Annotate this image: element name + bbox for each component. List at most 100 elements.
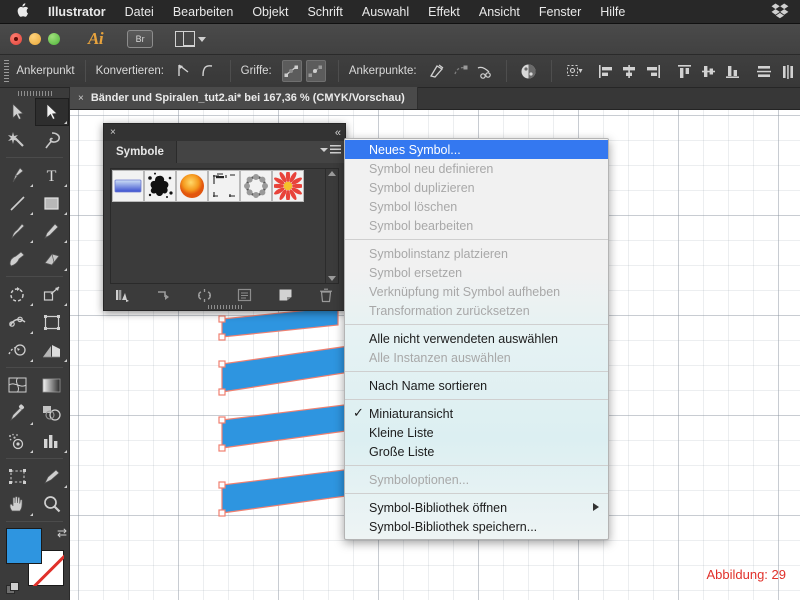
menu-item-bibliothek-speichern[interactable]: Symbol-Bibliothek speichern... (345, 517, 608, 536)
tool-width[interactable] (0, 308, 35, 336)
panel-menu-icon[interactable] (320, 145, 341, 154)
close-window-button[interactable] (10, 33, 22, 45)
tool-free-transform[interactable] (35, 308, 70, 336)
tool-direct-selection[interactable] (34, 98, 69, 126)
tool-shape-builder[interactable] (0, 336, 35, 364)
align-right-icon[interactable] (643, 60, 663, 82)
menu-item-miniaturansicht[interactable]: ✓ Miniaturansicht (345, 404, 608, 423)
minimize-window-button[interactable] (29, 33, 41, 45)
fill-swatch[interactable] (6, 528, 42, 564)
tab-symbole[interactable]: Symbole (104, 141, 177, 163)
tool-eraser[interactable] (35, 245, 70, 273)
collapse-panel-icon[interactable]: « (335, 127, 341, 139)
close-icon[interactable]: × (78, 93, 84, 104)
transform-icon[interactable] (564, 60, 584, 82)
menu-fenster[interactable]: Fenster (539, 5, 581, 19)
tool-pen[interactable] (0, 161, 35, 189)
symbol-libraries-menu-icon[interactable] (114, 287, 132, 303)
tool-paintbrush[interactable] (0, 217, 35, 245)
symbol-red-daisy[interactable] (272, 170, 304, 202)
symbols-scrollbar[interactable] (325, 169, 338, 283)
tool-mesh[interactable] (0, 371, 35, 399)
menu-hilfe[interactable]: Hilfe (600, 5, 625, 19)
tool-zoom-magnifier[interactable] (35, 490, 70, 518)
place-symbol-instance-icon[interactable] (155, 287, 173, 303)
zoom-window-button[interactable] (48, 33, 60, 45)
isolate-object-icon[interactable] (519, 60, 539, 82)
delete-symbol-icon[interactable] (317, 287, 335, 303)
align-left-icon[interactable] (596, 60, 616, 82)
connect-anchor-icon[interactable] (450, 60, 470, 82)
menu-item-grosse-liste[interactable]: Große Liste (345, 442, 608, 461)
menu-illustrator[interactable]: Illustrator (48, 5, 106, 19)
tool-line-segment[interactable] (0, 189, 35, 217)
symbols-panel[interactable]: × « Symbole (103, 123, 346, 311)
tool-artboard[interactable] (0, 462, 35, 490)
align-bottom-icon[interactable] (723, 60, 743, 82)
tool-lasso[interactable] (35, 126, 70, 154)
document-tab[interactable]: × Bänder und Spiralen_tut2.ai* bei 167,3… (70, 87, 418, 109)
new-symbol-icon[interactable] (276, 287, 294, 303)
symbol-grey-flower-ring[interactable] (240, 170, 272, 202)
menu-datei[interactable]: Datei (125, 5, 154, 19)
scroll-down-arrow-icon[interactable] (328, 276, 336, 281)
symbol-ink-splatter[interactable] (144, 170, 176, 202)
align-center-vertical-icon[interactable] (699, 60, 719, 82)
tool-type[interactable]: T (35, 161, 70, 189)
menu-schrift[interactable]: Schrift (307, 5, 342, 19)
tool-blend[interactable] (35, 399, 70, 427)
tool-gradient[interactable] (35, 371, 70, 399)
show-handles-icon[interactable] (281, 60, 302, 82)
symbols-list[interactable] (110, 168, 339, 284)
tool-magic-wand[interactable] (0, 126, 35, 154)
menu-item-neues-symbol[interactable]: Neues Symbol... (345, 140, 608, 159)
remove-anchor-icon[interactable] (427, 60, 447, 82)
tool-rectangle[interactable] (35, 189, 70, 217)
symbol-crop-marks[interactable] (208, 170, 240, 202)
tool-column-graph[interactable] (35, 427, 70, 455)
menu-item-alle-nicht-verwendeten[interactable]: Alle nicht verwendeten auswählen (345, 329, 608, 348)
dropbox-icon[interactable] (771, 3, 789, 21)
menu-effekt[interactable]: Effekt (428, 5, 460, 19)
cut-path-icon[interactable] (474, 60, 494, 82)
break-link-to-symbol-icon[interactable] (195, 287, 213, 303)
tools-panel-grip[interactable] (17, 91, 52, 96)
menu-item-bibliothek-oeffnen[interactable]: Symbol-Bibliothek öffnen (345, 498, 608, 517)
tool-hand[interactable] (0, 490, 35, 518)
tool-pencil[interactable] (35, 217, 70, 245)
convert-to-smooth-icon[interactable] (198, 60, 218, 82)
menu-auswahl[interactable]: Auswahl (362, 5, 409, 19)
menu-ansicht[interactable]: Ansicht (479, 5, 520, 19)
menu-objekt[interactable]: Objekt (252, 5, 288, 19)
tool-scale[interactable] (35, 280, 70, 308)
control-bar-grip[interactable] (4, 60, 10, 82)
distribute-vertical-icon[interactable] (755, 60, 775, 82)
menu-bearbeiten[interactable]: Bearbeiten (173, 5, 233, 19)
swap-fill-stroke-icon[interactable]: ⇄ (57, 526, 67, 540)
align-top-icon[interactable] (675, 60, 695, 82)
align-center-horizontal-icon[interactable] (619, 60, 639, 82)
symbol-orange-sphere[interactable] (176, 170, 208, 202)
tool-rotate[interactable] (0, 280, 35, 308)
symbols-panel-context-menu[interactable]: Neues Symbol... Symbol neu definieren Sy… (344, 138, 609, 540)
distribute-horizontal-icon[interactable] (778, 60, 798, 82)
arrange-documents-button[interactable] (175, 31, 207, 47)
tool-slice[interactable] (35, 462, 70, 490)
go-to-bridge-button[interactable]: Br (127, 30, 154, 48)
tool-symbol-sprayer[interactable] (0, 427, 35, 455)
menu-item-nach-name-sortieren[interactable]: Nach Name sortieren (345, 376, 608, 395)
symbols-panel-resize-grip[interactable] (104, 305, 345, 311)
symbol-options-icon[interactable] (236, 287, 254, 303)
tool-perspective-grid[interactable] (35, 336, 70, 364)
menu-item-kleine-liste[interactable]: Kleine Liste (345, 423, 608, 442)
hide-handles-icon[interactable] (305, 60, 326, 82)
apple-menu-icon[interactable] (14, 2, 30, 21)
symbol-blue-gradient-rectangle[interactable] (112, 170, 144, 202)
default-fill-stroke-icon[interactable] (6, 582, 20, 596)
close-icon[interactable]: × (110, 127, 116, 138)
tool-blob-brush[interactable] (0, 245, 35, 273)
tool-selection[interactable] (0, 98, 35, 126)
convert-to-corner-icon[interactable] (174, 60, 194, 82)
tool-eyedropper[interactable] (0, 399, 35, 427)
scroll-up-arrow-icon[interactable] (328, 171, 336, 176)
